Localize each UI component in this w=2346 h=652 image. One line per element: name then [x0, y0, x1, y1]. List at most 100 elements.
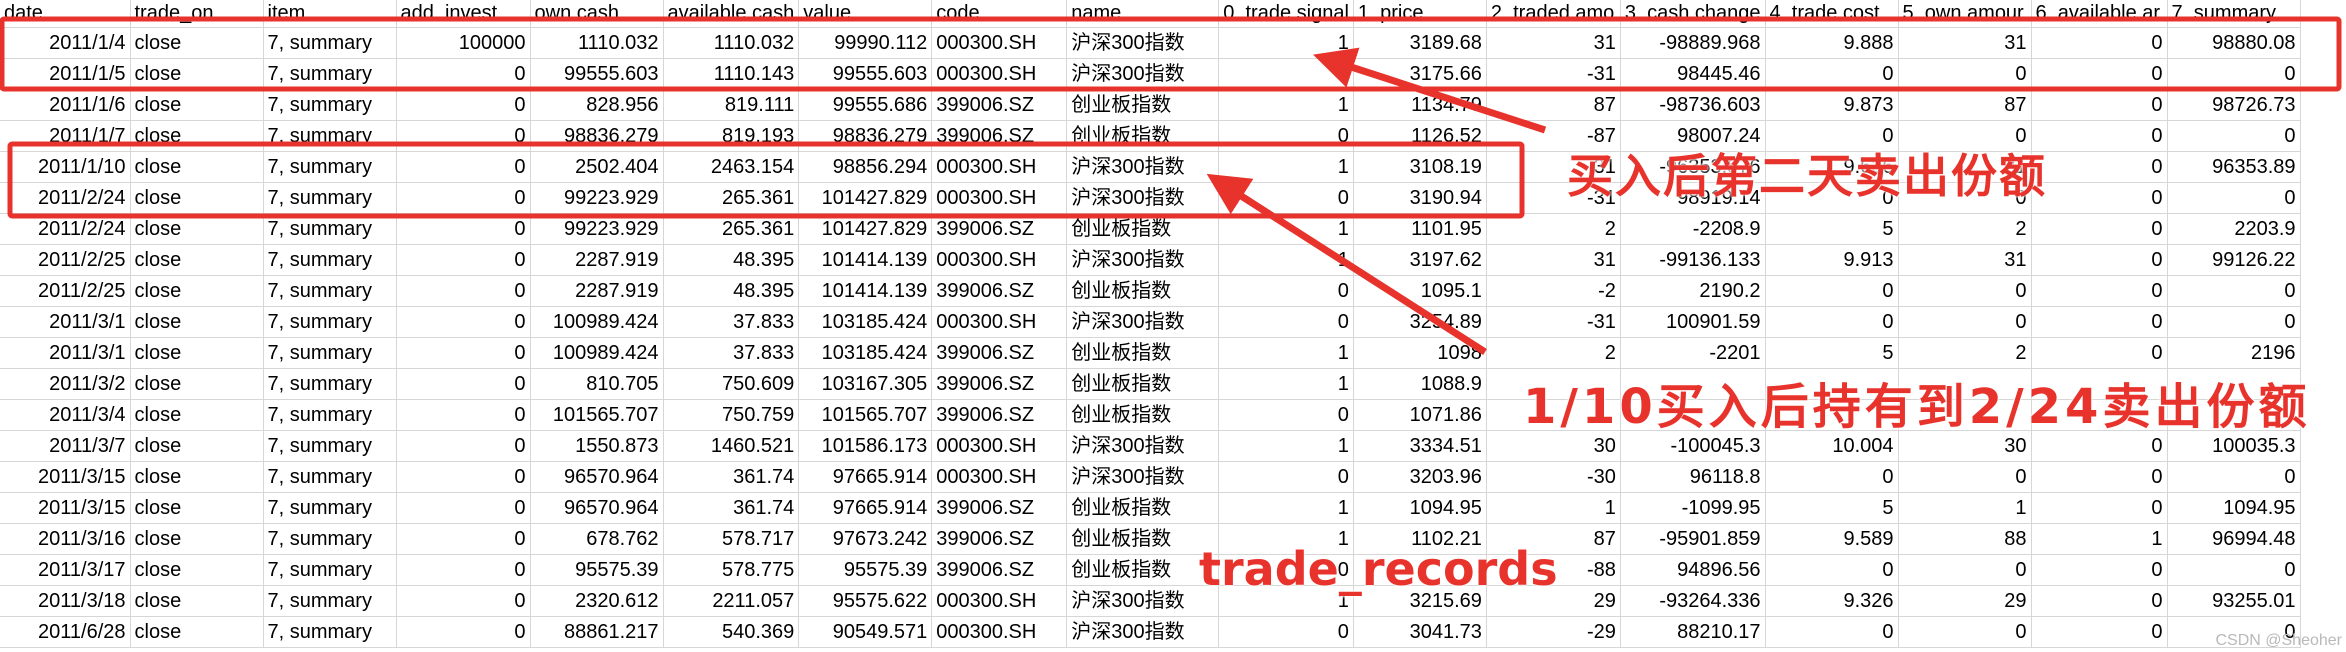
table-cell[interactable]: 100000	[396, 27, 531, 59]
table-cell[interactable]: 0	[1218, 58, 1354, 90]
table-cell[interactable]: 1126.52	[1353, 120, 1487, 152]
column-header[interactable]: own cash	[530, 0, 664, 28]
table-cell[interactable]: 沪深300指数	[1066, 306, 1220, 338]
column-header[interactable]: 5, own amour	[1898, 0, 2032, 28]
table-cell[interactable]: 96353.89	[2167, 151, 2301, 183]
table-cell[interactable]: 399006.SZ	[931, 120, 1068, 152]
table-cell[interactable]: close	[130, 523, 264, 555]
table-cell[interactable]: 0	[396, 554, 531, 586]
table-cell[interactable]: 0	[1218, 399, 1354, 431]
table-cell[interactable]: 2011/2/24	[0, 213, 131, 245]
column-header[interactable]: 2, traded amo	[1486, 0, 1621, 28]
table-cell[interactable]: 399006.SZ	[931, 213, 1068, 245]
table-cell[interactable]: 1101.95	[1353, 213, 1487, 245]
table-cell[interactable]: 2011/3/7	[0, 430, 131, 462]
table-cell[interactable]: 48.395	[663, 244, 800, 276]
table-cell[interactable]: 沪深300指数	[1066, 616, 1220, 648]
table-cell[interactable]: 828.956	[530, 89, 664, 121]
table-cell[interactable]: 0	[1218, 275, 1354, 307]
table-cell[interactable]: 98445.46	[1620, 58, 1766, 90]
table-cell[interactable]: 100989.424	[530, 337, 664, 369]
table-cell[interactable]: 0	[1218, 306, 1354, 338]
table-cell[interactable]: 5	[1765, 492, 1899, 524]
table-cell[interactable]: 95575.39	[530, 554, 664, 586]
table-cell[interactable]: close	[130, 306, 264, 338]
table-cell[interactable]: close	[130, 616, 264, 648]
column-header[interactable]: date	[0, 0, 131, 28]
table-cell[interactable]: close	[130, 89, 264, 121]
table-cell[interactable]: 2	[1486, 213, 1621, 245]
table-cell[interactable]: 0	[2031, 337, 2168, 369]
table-cell[interactable]: 9.589	[1765, 523, 1899, 555]
table-cell[interactable]: 000300.SH	[931, 27, 1068, 59]
table-cell[interactable]: 0	[396, 306, 531, 338]
table-cell[interactable]: 99555.603	[798, 58, 933, 90]
table-cell[interactable]: 2203.9	[2167, 213, 2301, 245]
table-cell[interactable]: 2	[1486, 337, 1621, 369]
table-cell[interactable]: 0	[396, 182, 531, 214]
table-cell[interactable]: 2011/3/16	[0, 523, 131, 555]
table-cell[interactable]: 7, summary	[263, 27, 397, 59]
table-cell[interactable]: 98880.08	[2167, 27, 2301, 59]
table-cell[interactable]: -2201	[1620, 337, 1766, 369]
table-cell[interactable]: 7, summary	[263, 213, 397, 245]
column-header[interactable]: value	[798, 0, 933, 28]
table-cell[interactable]: 37.833	[663, 306, 800, 338]
table-cell[interactable]: 1	[1218, 337, 1354, 369]
table-cell[interactable]: 1	[1218, 430, 1354, 462]
table-cell[interactable]: close	[130, 461, 264, 493]
table-cell[interactable]: 819.193	[663, 120, 800, 152]
table-cell[interactable]: 103185.424	[798, 337, 933, 369]
table-cell[interactable]: 399006.SZ	[931, 368, 1068, 400]
table-cell[interactable]: 0	[2031, 151, 2168, 183]
table-cell[interactable]: 9.873	[1765, 89, 1899, 121]
table-cell[interactable]: 2011/2/25	[0, 244, 131, 276]
table-cell[interactable]: 1098	[1353, 337, 1487, 369]
table-cell[interactable]: 0	[1898, 461, 2032, 493]
table-cell[interactable]: 创业板指数	[1066, 399, 1220, 431]
table-cell[interactable]: 29	[1898, 585, 2032, 617]
table-cell[interactable]: 2196	[2167, 337, 2301, 369]
table-cell[interactable]: 0	[1765, 58, 1899, 90]
table-cell[interactable]: 7, summary	[263, 58, 397, 90]
table-cell[interactable]: 1	[2031, 523, 2168, 555]
table-cell[interactable]: 98726.73	[2167, 89, 2301, 121]
table-cell[interactable]: 96118.8	[1620, 461, 1766, 493]
table-cell[interactable]: -99136.133	[1620, 244, 1766, 276]
table-cell[interactable]: 3197.62	[1353, 244, 1487, 276]
table-cell[interactable]: 000300.SH	[931, 461, 1068, 493]
table-cell[interactable]: 0	[396, 213, 531, 245]
table-cell[interactable]: 0	[1765, 554, 1899, 586]
table-cell[interactable]: 1	[1218, 368, 1354, 400]
table-cell[interactable]: 1094.95	[1353, 492, 1487, 524]
table-cell[interactable]: 0	[1218, 461, 1354, 493]
table-cell[interactable]: 沪深300指数	[1066, 244, 1220, 276]
table-cell[interactable]: close	[130, 244, 264, 276]
table-cell[interactable]: 0	[2031, 244, 2168, 276]
table-cell[interactable]: 7, summary	[263, 430, 397, 462]
table-cell[interactable]: 000300.SH	[931, 244, 1068, 276]
table-cell[interactable]: 98856.294	[798, 151, 933, 183]
table-cell[interactable]: 7, summary	[263, 151, 397, 183]
table-cell[interactable]: 2	[1898, 213, 2032, 245]
table-cell[interactable]: 1110.032	[663, 27, 800, 59]
table-cell[interactable]: 99555.603	[530, 58, 664, 90]
table-cell[interactable]: -98889.968	[1620, 27, 1766, 59]
table-cell[interactable]: close	[130, 399, 264, 431]
table-cell[interactable]: close	[130, 182, 264, 214]
table-cell[interactable]: -95901.859	[1620, 523, 1766, 555]
table-cell[interactable]: 3254.89	[1353, 306, 1487, 338]
table-cell[interactable]: 2011/1/4	[0, 27, 131, 59]
table-cell[interactable]: 1110.032	[530, 27, 664, 59]
table-cell[interactable]: 000300.SH	[931, 182, 1068, 214]
table-cell[interactable]: 0	[2031, 182, 2168, 214]
table-cell[interactable]: 0	[1898, 275, 2032, 307]
table-cell[interactable]: 1	[1218, 213, 1354, 245]
table-cell[interactable]: 31	[1486, 27, 1621, 59]
table-cell[interactable]: 7, summary	[263, 399, 397, 431]
table-cell[interactable]: 101565.707	[798, 399, 933, 431]
table-cell[interactable]: 2011/1/5	[0, 58, 131, 90]
table-cell[interactable]: 3041.73	[1353, 616, 1487, 648]
table-cell[interactable]: 97665.914	[798, 461, 933, 493]
table-cell[interactable]: 96994.48	[2167, 523, 2301, 555]
